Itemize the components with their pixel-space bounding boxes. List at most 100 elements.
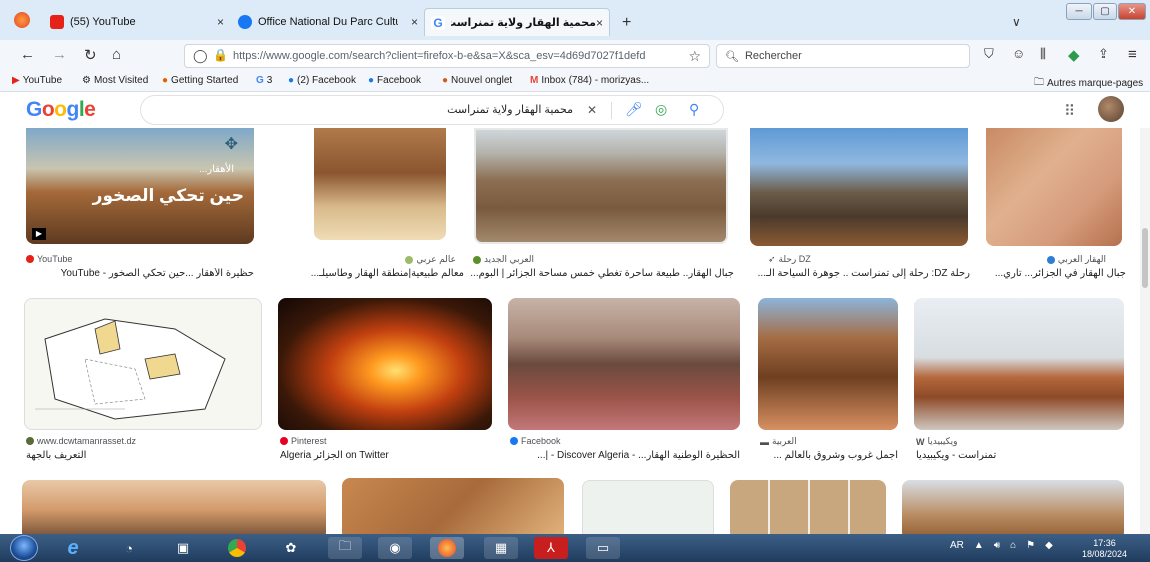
microphone-icon[interactable]: 🎤︎ <box>625 101 643 118</box>
file-explorer-icon[interactable]: 🗀 <box>328 537 362 559</box>
result-card[interactable]: عالم عربي معالم طبيعية|منطقة الهقار وطاس… <box>304 128 464 288</box>
pocket-icon[interactable]: ⛉ <box>984 46 994 62</box>
result-image[interactable] <box>474 128 728 244</box>
shield-icon[interactable]: ◯ <box>193 48 208 64</box>
folder-icon: 🗀 <box>1034 77 1044 88</box>
tab-youtube[interactable]: (55) YouTube × <box>50 8 224 36</box>
youtube-icon: ▶ <box>12 75 20 86</box>
bookmark-youtube[interactable]: ▶ YouTube <box>12 75 62 86</box>
tab-office-national[interactable]: Office National Du Parc Culture × <box>238 8 418 36</box>
media-center-icon[interactable]: ▣ <box>166 537 200 559</box>
tab-google-search[interactable]: G محمية الهقار ولاية تمنراست - Google × <box>424 8 610 36</box>
new-tab-button[interactable]: + <box>622 14 631 32</box>
account-icon[interactable]: ☺ <box>1012 46 1025 61</box>
back-arrow-icon[interactable]: ← <box>20 46 35 63</box>
lock-icon[interactable]: 🔒 <box>213 48 228 62</box>
image-results: الأهقار... حين تحكي الصخور ✥ ▶ YouTube ح… <box>0 128 1140 534</box>
clear-search-icon[interactable]: ✕ <box>587 103 597 117</box>
volume-icon[interactable]: 🔊︎ <box>994 540 1000 551</box>
network-icon[interactable]: ⌂ <box>1010 540 1016 551</box>
apps-grid-icon[interactable]: ⠿ <box>1064 102 1075 120</box>
app-icon[interactable]: ✿ <box>274 537 308 559</box>
result-card[interactable]: العربية ▬ أجمل غروب وشروق بالعالم ... <box>758 298 900 468</box>
result-image[interactable] <box>730 480 886 534</box>
search-icon[interactable]: ⚲ <box>689 101 699 118</box>
system-clock[interactable]: 17:36 18/08/2024 <box>1082 538 1127 560</box>
close-tab-icon[interactable]: × <box>217 15 224 29</box>
share-icon[interactable]: ⇪ <box>1098 46 1109 62</box>
close-window-button[interactable]: ✕ <box>1118 3 1146 20</box>
bookmark-facebook[interactable]: ● Facebook <box>368 75 421 86</box>
page-scrollbar[interactable] <box>1140 128 1150 534</box>
result-caption: أجمل غروب وشروق بالعالم ... <box>773 450 898 461</box>
result-image[interactable] <box>986 128 1122 246</box>
internet-explorer-icon[interactable]: e <box>56 537 90 559</box>
result-card[interactable]: الهقار العربي جبال الهقار في الجزائر... … <box>986 128 1126 288</box>
acrobat-icon[interactable]: ⅄ <box>534 537 568 559</box>
tab-bar: (55) YouTube × Office National Du Parc C… <box>0 0 1150 40</box>
avatar[interactable] <box>1098 96 1124 122</box>
bookmark-google-3[interactable]: G 3 <box>256 75 272 86</box>
result-card[interactable]: ويكيبيديا W تمنراست - ويكيبيديا <box>914 298 1126 468</box>
result-caption: الحظيرة الوطنية الهقار... - Discover Alg… <box>537 450 740 461</box>
library-icon[interactable]: ⫼ <box>1040 46 1046 62</box>
flag-icon[interactable]: ⚑ <box>1026 540 1035 551</box>
app-icon[interactable]: ▦ <box>484 537 518 559</box>
list-tabs-button[interactable]: ∨ <box>1012 15 1021 29</box>
firefox-menu-icon[interactable] <box>14 12 30 28</box>
close-tab-icon[interactable]: × <box>596 16 603 30</box>
hamburger-menu-icon[interactable]: ≡ <box>1128 46 1137 63</box>
result-image[interactable] <box>902 480 1124 534</box>
result-card[interactable]: Facebook الحظيرة الوطنية الهقار... - Dis… <box>508 298 744 468</box>
result-image[interactable] <box>750 128 968 246</box>
result-image[interactable] <box>278 298 492 430</box>
app-tray-icon[interactable]: ◆ <box>1045 540 1053 551</box>
result-card[interactable]: www.dcwtamanrasset.dz التعريف بالجهة <box>24 298 264 468</box>
media-player-icon[interactable]: ◔ <box>112 537 146 559</box>
result-image[interactable] <box>914 298 1124 430</box>
result-image[interactable] <box>508 298 740 430</box>
google-logo[interactable]: Google <box>26 98 96 122</box>
result-image[interactable] <box>758 298 898 430</box>
result-image[interactable] <box>582 480 714 534</box>
result-card[interactable]: الأهقار... حين تحكي الصخور ✥ ▶ YouTube ح… <box>26 128 254 288</box>
maximize-button[interactable]: ▢ <box>1093 3 1117 20</box>
reload-icon[interactable]: ↻ <box>84 46 97 64</box>
bookmark-inbox[interactable]: M Inbox (784) - morizyas... <box>530 75 649 86</box>
close-tab-icon[interactable]: × <box>411 15 418 29</box>
browser-search-input[interactable]: 🔍︎ Rechercher <box>716 44 970 68</box>
start-button[interactable] <box>10 535 38 561</box>
result-card[interactable]: العربي الجديد جبال الهقار.. طبيعة ساحرة … <box>470 128 734 288</box>
bookmark-star-icon[interactable]: ☆ <box>688 48 701 65</box>
forward-arrow-icon[interactable]: → <box>52 46 67 63</box>
url-bar[interactable]: ◯ 🔒 https://www.google.com/search?client… <box>184 44 710 68</box>
result-image[interactable] <box>22 480 326 534</box>
bookmark-facebook-2[interactable]: ● (2) Facebook <box>288 75 356 86</box>
app-icon[interactable]: ◉ <box>378 537 412 559</box>
result-image[interactable]: الأهقار... حين تحكي الصخور ✥ ▶ <box>26 128 254 244</box>
lens-icon[interactable]: ◎ <box>655 101 667 118</box>
result-caption: جبال الهقار في الجزائر... تاري... <box>994 268 1126 279</box>
home-icon[interactable]: ⌂ <box>112 46 121 63</box>
result-image[interactable] <box>314 128 446 240</box>
result-source: ➶ رحلة DZ <box>768 254 811 264</box>
result-image[interactable] <box>342 478 564 534</box>
tab-label: (55) YouTube <box>70 16 136 28</box>
google-icon: G <box>431 15 445 30</box>
language-indicator[interactable]: AR <box>950 540 964 551</box>
extension-icon[interactable]: ◆ <box>1068 46 1080 64</box>
minimize-button[interactable]: ─ <box>1066 3 1092 20</box>
result-card[interactable]: Pinterest Algeria الجزائر on Twitter <box>278 298 494 468</box>
result-image[interactable] <box>24 298 262 430</box>
photo-viewer-icon[interactable]: ▭ <box>586 537 620 559</box>
tray-up-arrow-icon[interactable]: ▲ <box>974 540 984 551</box>
chrome-icon[interactable] <box>220 537 254 559</box>
bookmark-getting-started[interactable]: ● Getting Started <box>162 75 238 86</box>
result-card[interactable]: ➶ رحلة DZ رحلة DZ: رحلة إلى تمنراست .. جو… <box>750 128 970 288</box>
scrollbar-thumb[interactable] <box>1142 228 1148 288</box>
google-search-input[interactable]: محمية الهقار ولاية تمنراست ✕ 🎤︎ ◎ ⚲ <box>140 95 724 125</box>
firefox-icon[interactable] <box>430 537 464 559</box>
bookmark-most-visited[interactable]: ⚙ Most Visited <box>82 75 148 86</box>
bookmark-nouvel-onglet[interactable]: ● Nouvel onglet <box>442 75 512 86</box>
bookmark-other-folder[interactable]: 🗀 Autres marque-pages <box>1034 75 1143 92</box>
